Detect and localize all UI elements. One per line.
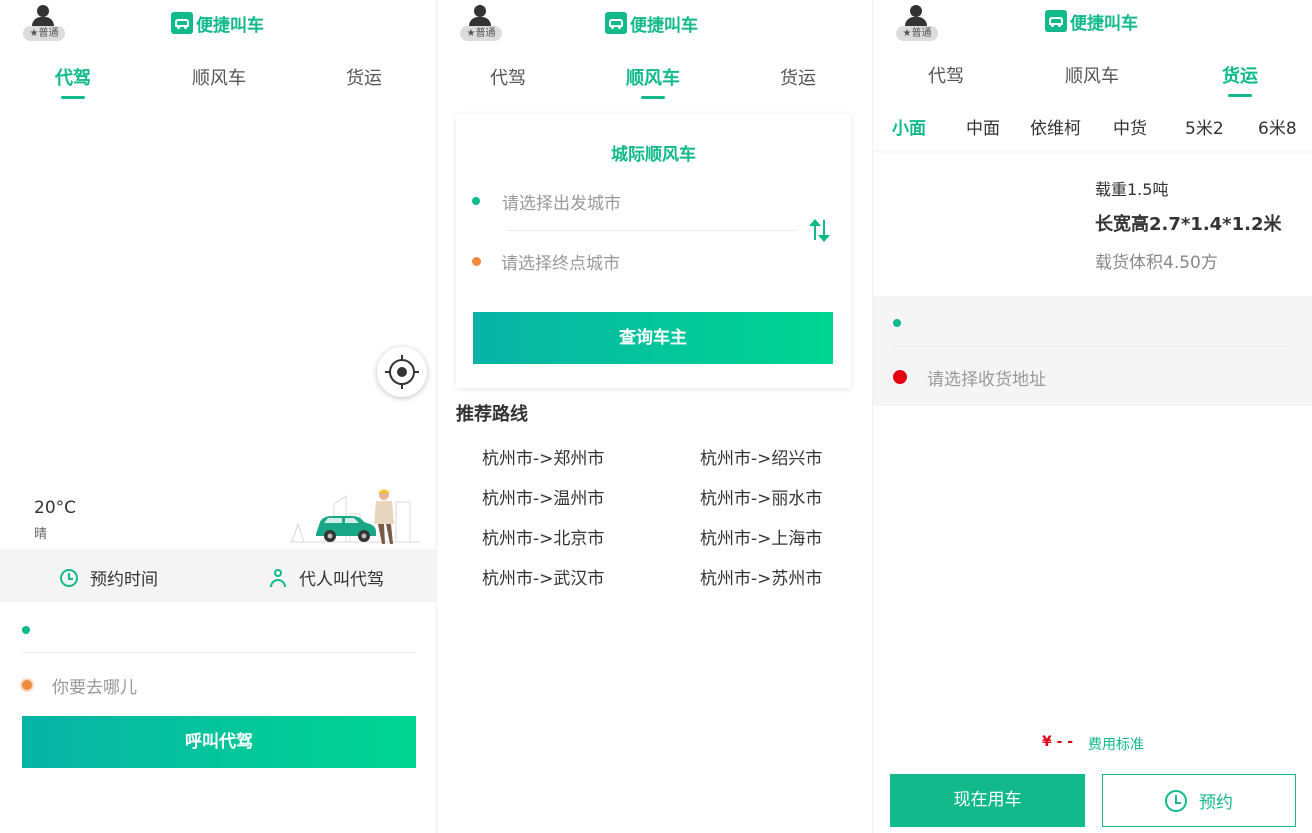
- address-box: 请选择收货地址: [873, 296, 1312, 406]
- user-avatar[interactable]: ★普通: [893, 3, 939, 43]
- service-tabs: 代驾 顺风车 货运: [437, 56, 872, 104]
- tab-designated-driver[interactable]: 代驾: [490, 64, 526, 90]
- pickup-dot-icon: [893, 319, 901, 327]
- user-level-badge: ★普通: [460, 26, 502, 41]
- user-avatar[interactable]: ★普通: [457, 3, 503, 43]
- fee-standard-link[interactable]: 费用标准: [1088, 734, 1144, 754]
- route-item[interactable]: 杭州市->苏州市: [700, 564, 822, 589]
- recommended-routes-title: 推荐路线: [456, 404, 528, 425]
- car-driver-illustration: [290, 489, 420, 544]
- call-driver-button[interactable]: 呼叫代驾: [22, 716, 416, 768]
- vehicle-tab-medium-van[interactable]: 中面: [966, 114, 1000, 139]
- header: ★普通 便捷叫车: [437, 0, 872, 46]
- options-bar: 预约时间 代人叫代驾: [0, 549, 436, 602]
- tab-freight[interactable]: 货运: [346, 64, 382, 90]
- clock-icon: [1165, 789, 1187, 812]
- vehicle-tab-small-van[interactable]: 小面: [892, 114, 926, 139]
- tab-designated-driver[interactable]: 代驾: [55, 64, 91, 99]
- destination-field[interactable]: 你要去哪儿: [22, 660, 416, 710]
- start-dot-icon: [22, 626, 30, 634]
- vehicle-load: 载重1.5吨: [1095, 180, 1169, 199]
- destination-city-placeholder: 请选择终点城市: [501, 253, 620, 274]
- brand: 便捷叫车: [171, 12, 264, 36]
- pickup-address-field[interactable]: [893, 298, 1292, 348]
- intercity-carpool-card: 城际顺风车 请选择出发城市 请选择终点城市 查询车主: [456, 114, 851, 388]
- route-item[interactable]: 杭州市->武汉市: [482, 564, 604, 589]
- header: ★普通 便捷叫车: [873, 0, 1312, 46]
- car-logo-icon: [605, 12, 627, 34]
- use-now-button[interactable]: 现在用车: [890, 774, 1085, 827]
- departure-dot-icon: [472, 197, 480, 205]
- user-level-badge: ★普通: [23, 26, 65, 41]
- vehicle-tab-6-8m[interactable]: 6米8: [1258, 114, 1297, 139]
- divider: [893, 346, 1293, 347]
- tab-freight[interactable]: 货运: [780, 64, 816, 90]
- route-item[interactable]: 杭州市->绍兴市: [700, 444, 822, 469]
- vehicle-tab-medium-truck[interactable]: 中货: [1113, 114, 1147, 139]
- departure-city-placeholder: 请选择出发城市: [502, 193, 621, 214]
- brand-title: 便捷叫车: [1070, 13, 1138, 34]
- proxy-call-label: 代人叫代驾: [299, 570, 384, 590]
- tab-carpool[interactable]: 顺风车: [192, 64, 246, 90]
- vehicle-type-tabs: 小面 中面 依维柯 中货 5米2 6米8: [873, 100, 1312, 150]
- weather-description: 晴: [34, 527, 48, 542]
- vehicle-tab-5-2m[interactable]: 5米2: [1185, 114, 1224, 139]
- vehicle-tab-iveco[interactable]: 依维柯: [1030, 114, 1081, 139]
- tab-carpool[interactable]: 顺风车: [1065, 62, 1119, 88]
- route-item[interactable]: 杭州市->上海市: [700, 524, 822, 549]
- car-logo-icon: [1045, 10, 1067, 32]
- brand-title: 便捷叫车: [630, 15, 698, 36]
- vehicle-dimensions: 长宽高2.7*1.4*1.2米: [1095, 214, 1282, 235]
- user-avatar[interactable]: ★普通: [20, 3, 66, 43]
- price-estimate: ¥ - -: [1042, 734, 1074, 750]
- start-location-field[interactable]: [22, 605, 416, 655]
- user-avatar-icon: [910, 5, 922, 17]
- divider: [506, 230, 796, 231]
- header: ★普通 便捷叫车: [0, 0, 436, 46]
- receive-address-placeholder: 请选择收货地址: [927, 369, 1046, 390]
- user-level-badge: ★普通: [896, 26, 938, 41]
- clock-icon: [60, 568, 78, 587]
- tab-designated-driver[interactable]: 代驾: [928, 62, 964, 88]
- user-avatar-icon: [37, 5, 49, 17]
- route-item[interactable]: 杭州市->丽水市: [700, 484, 822, 509]
- weather-temperature: 20°C: [34, 498, 77, 518]
- car-logo-icon: [171, 12, 193, 34]
- route-item[interactable]: 杭州市->北京市: [482, 524, 604, 549]
- query-drivers-button[interactable]: 查询车主: [473, 312, 833, 364]
- destination-dot-icon: [472, 256, 481, 266]
- service-tabs: 代驾 顺风车 货运: [873, 54, 1312, 102]
- tab-carpool[interactable]: 顺风车: [626, 64, 680, 99]
- schedule-time-option[interactable]: 预约时间: [60, 565, 158, 590]
- proxy-call-option[interactable]: 代人叫代驾: [269, 565, 384, 590]
- carpool-screen: ★普通 便捷叫车 代驾 顺风车 货运 城际顺风车 请选择出发城市 请选择终点城市: [437, 0, 872, 833]
- locate-button[interactable]: [377, 347, 427, 397]
- receive-address-field[interactable]: 请选择收货地址: [893, 352, 1292, 402]
- book-button-label: 预约: [1199, 793, 1233, 813]
- app-screens: ★普通 便捷叫车 代驾 顺风车 货运 20°C 晴 预约时间 代人叫代驾 你要去…: [0, 0, 1312, 833]
- swap-cities-button[interactable]: [808, 216, 832, 244]
- brand: 便捷叫车: [605, 12, 698, 36]
- destination-placeholder: 你要去哪儿: [52, 677, 137, 698]
- book-button[interactable]: 预约: [1102, 774, 1296, 827]
- divider: [22, 652, 416, 653]
- brand-title: 便捷叫车: [196, 15, 264, 36]
- brand: 便捷叫车: [1045, 10, 1138, 34]
- tab-freight[interactable]: 货运: [1222, 62, 1258, 97]
- designated-driver-screen: ★普通 便捷叫车 代驾 顺风车 货运 20°C 晴 预约时间 代人叫代驾 你要去…: [0, 0, 436, 833]
- route-item[interactable]: 杭州市->温州市: [482, 484, 604, 509]
- route-item[interactable]: 杭州市->郑州市: [482, 444, 604, 469]
- card-title: 城际顺风车: [611, 145, 696, 165]
- destination-city-field[interactable]: 请选择终点城市: [472, 236, 795, 286]
- vehicle-volume: 载货体积4.50方: [1095, 253, 1218, 273]
- departure-city-field[interactable]: 请选择出发城市: [472, 176, 795, 226]
- destination-dot-icon: [22, 680, 32, 690]
- schedule-time-label: 预约时间: [90, 570, 158, 590]
- person-icon: [269, 568, 287, 587]
- receive-dot-icon: [893, 370, 907, 384]
- freight-screen: ★普通 便捷叫车 代驾 顺风车 货运 小面 中面 依维柯 中货 5米2 6米8 …: [873, 0, 1312, 833]
- service-tabs: 代驾 顺风车 货运: [0, 56, 436, 104]
- user-avatar-icon: [474, 5, 486, 17]
